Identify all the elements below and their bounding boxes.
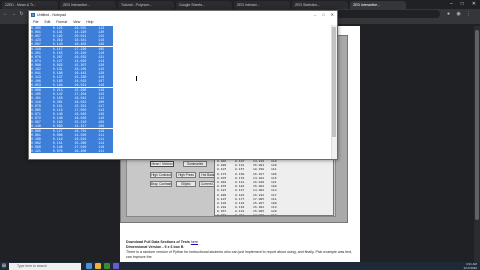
- task-view-icon[interactable]: [86, 263, 92, 269]
- bray-contrast-button[interactable]: Bray. Contrast: [150, 181, 172, 187]
- notepad-taskbar-icon[interactable]: [113, 263, 119, 269]
- clock-date: 2/17/2020: [463, 266, 477, 270]
- high-contrast-button[interactable]: High Contrast: [150, 172, 172, 178]
- mean-median-button[interactable]: Mean / Median: [150, 161, 174, 167]
- notepad-app-icon: [31, 13, 35, 17]
- browser-tab[interactable]: Tutorial - Polynom...: [118, 1, 174, 9]
- close-icon[interactable]: ✕: [472, 0, 476, 9]
- notepad-text-area[interactable]: 0.300 0.125 16.555 113 0.091 0.131 14.220…: [29, 25, 331, 159]
- section-heading: Download Full Data Sections of Tests: [126, 240, 190, 244]
- back-icon[interactable]: ←: [2, 10, 9, 18]
- table-row: 0.091 0.214 14.020 118: [215, 213, 333, 216]
- data-table[interactable]: 0.046 0.107 14.213 118 0.088 0.131 15.004 120 0.…: [214, 158, 334, 216]
- system-tray[interactable]: 4:31 AM 2/17/2020: [430, 262, 480, 270]
- summaries-button[interactable]: Summaries: [183, 161, 207, 167]
- file-explorer-icon[interactable]: [95, 263, 101, 269]
- minimize-icon[interactable]: –: [314, 11, 316, 19]
- profile-icon[interactable]: ◉: [455, 10, 462, 18]
- notepad-window[interactable]: Untitled - Notepad – □ ✕ File Edit Forma…: [28, 10, 338, 160]
- chrome-icon[interactable]: [104, 263, 110, 269]
- table-cell: 0.091: [217, 213, 227, 216]
- browser-tab[interactable]: ZED Interactive...: [60, 1, 116, 9]
- notepad-window-controls: – □ ✕: [311, 11, 337, 19]
- elliptic-button[interactable]: Elliptic: [176, 181, 196, 187]
- notepad-title: Untitled - Notepad: [29, 11, 337, 19]
- close-icon[interactable]: ✕: [331, 11, 334, 19]
- browser-tab[interactable]: ZED Statistics...: [292, 1, 348, 9]
- taskbar-search-input[interactable]: Type here to search: [9, 262, 81, 270]
- high-press-button[interactable]: High Press: [176, 172, 196, 178]
- notepad-scrollbar-thumb[interactable]: [332, 27, 336, 137]
- here-link[interactable]: here: [191, 240, 198, 244]
- minimize-icon[interactable]: –: [450, 0, 453, 9]
- page-right-margin: [360, 26, 480, 262]
- text-cursor: [136, 76, 137, 81]
- table-cell: 118: [271, 213, 277, 216]
- menu-icon[interactable]: ⋮: [465, 10, 472, 18]
- browser-tab-active[interactable]: ZED Interactive...: [350, 1, 406, 9]
- maximize-icon[interactable]: □: [322, 11, 324, 19]
- maximize-icon[interactable]: □: [461, 0, 464, 9]
- browser-tab[interactable]: ZED Interact...: [234, 1, 290, 9]
- body-paragraph: There is a random version of Pythar for …: [126, 250, 353, 259]
- table-cell: 0.214: [235, 213, 245, 216]
- page-scrollbar-thumb[interactable]: [475, 30, 479, 220]
- page-text: Download Full Data Sections of Tests her…: [126, 240, 356, 260]
- table-cell: 14.020: [253, 213, 265, 216]
- browser-tab[interactable]: Google Sheets...: [176, 1, 232, 9]
- window-controls: – □ ✕: [446, 0, 480, 9]
- windows-start-icon[interactable]: ⊞: [0, 262, 8, 270]
- reload-icon[interactable]: ↻: [18, 10, 25, 18]
- extension-icon[interactable]: ●: [445, 10, 452, 18]
- forward-icon[interactable]: →: [10, 10, 17, 18]
- notepad-text-line: 0.121 0.076 16.400 111: [31, 149, 113, 154]
- browser-tab[interactable]: 2ZED - Mean & Tr...: [2, 1, 58, 9]
